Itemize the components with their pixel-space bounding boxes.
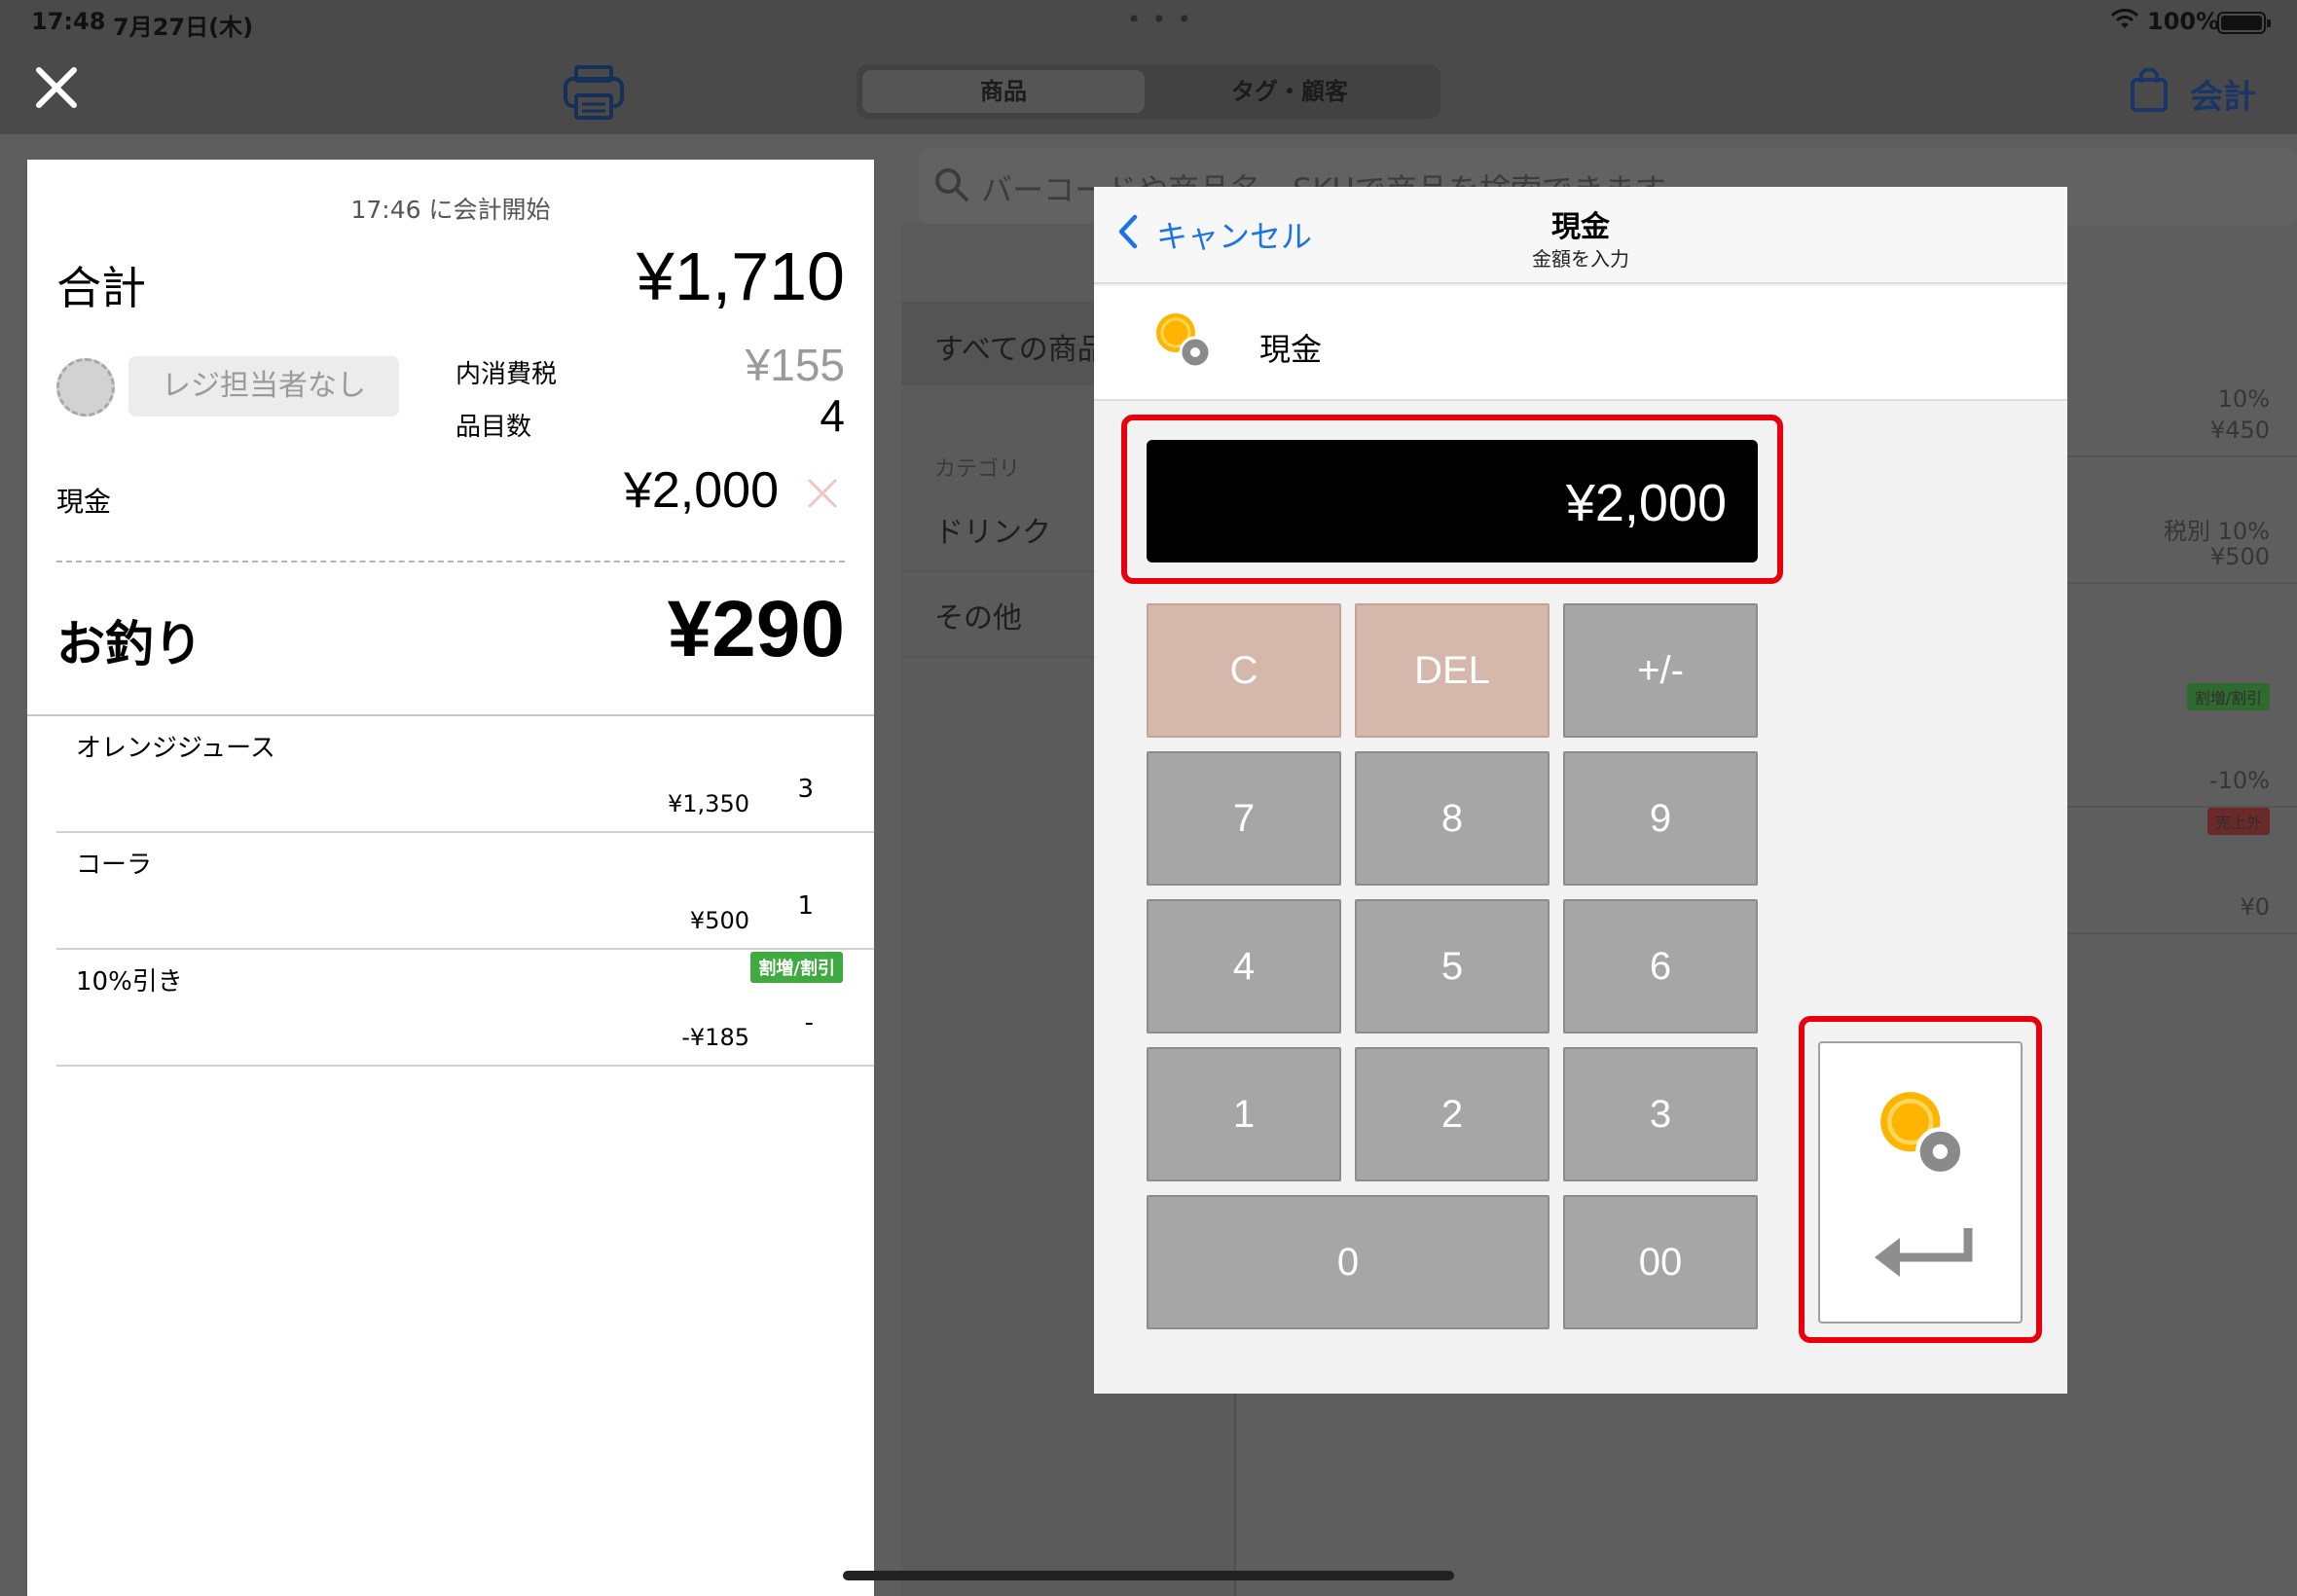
payment-method-label: 現金 [1259,331,1323,368]
close-icon[interactable] [33,64,80,111]
checkout-button[interactable]: 会計 [2130,68,2276,117]
product-price: ¥0 [2240,893,2270,921]
category-header: カテゴリ [934,457,1021,482]
confirm-cash-button[interactable] [1818,1041,2023,1324]
remove-payment-icon[interactable] [806,477,839,510]
item-count-label: 品目数 [456,413,532,442]
payment-cash-label: 現金 [56,486,112,518]
wifi-icon [2110,9,2139,28]
multitasking-dots[interactable]: • • • [1127,6,1193,33]
key-1[interactable]: 1 [1147,1047,1341,1181]
product-tax: 税別 10% [2164,518,2270,545]
change-value: ¥290 [667,585,845,673]
key-6[interactable]: 6 [1563,899,1758,1034]
product-tax: 10% [2217,385,2270,413]
key-3[interactable]: 3 [1563,1047,1758,1181]
modal-title: 現金 [1551,210,1610,244]
sidebar-item-label: その他 [934,601,1022,635]
key-00[interactable]: 00 [1563,1195,1758,1329]
return-arrow-icon [1875,1228,1973,1277]
key-delete[interactable]: DEL [1355,603,1550,738]
item-price: -¥185 [681,1024,749,1051]
item-name: コーラ [76,851,153,880]
product-row[interactable]: 税別 10% ¥500 [2044,457,2297,584]
status-time: 17:48 [31,8,106,35]
checkout-start-time: 17:46 に会計開始 [350,196,551,224]
change-label: お釣り [56,616,202,672]
item-price: ¥500 [689,907,749,934]
tab-tags-customers[interactable]: タグ・顧客 [1148,70,1431,113]
product-price: ¥450 [2209,417,2270,444]
sidebar-item-label: ドリンク [934,516,1051,550]
list-item[interactable]: 10%引き 割増/割引 -¥185 - [56,950,874,1067]
coin-icon [1156,313,1212,369]
key-0[interactable]: 0 [1147,1195,1550,1329]
key-sign[interactable]: +/- [1563,603,1758,738]
item-qty: 1 [797,891,814,921]
discount-badge: 割増/割引 [2186,683,2270,710]
status-date: 7月27日(木) [113,14,254,41]
product-row[interactable]: 10% ¥450 [2044,331,2297,457]
shopping-bag-icon [2131,68,2168,112]
divider [56,561,845,562]
modal-subtitle: 金額を入力 [1532,247,1629,271]
product-row[interactable]: 割増/割引 -10% [2044,671,2297,808]
segmented-control: 商品 タグ・顧客 [857,64,1440,119]
product-price: ¥500 [2209,543,2270,570]
battery-percent: 100% [2147,8,2220,35]
key-7[interactable]: 7 [1147,751,1341,886]
amount-display: ¥2,000 [1147,440,1758,562]
cash-entry-modal: キャンセル 現金 金額を入力 現金 ¥2,000 C DEL +/- 7 8 9… [1094,187,2067,1394]
key-8[interactable]: 8 [1355,751,1550,886]
total-value: ¥1,710 [636,238,845,314]
non-sales-badge: 売上外 [2206,808,2270,835]
item-name: 10%引き [76,967,183,997]
home-indicator[interactable] [843,1571,1454,1580]
modal-header: キャンセル 現金 金額を入力 [1094,187,2067,284]
product-price: -10% [2208,767,2270,794]
printer-icon[interactable] [563,64,625,121]
item-price: ¥1,350 [668,790,749,817]
list-item[interactable]: コーラ ¥500 1 [56,833,874,950]
item-count-value: 4 [820,390,845,441]
key-5[interactable]: 5 [1355,899,1550,1034]
item-qty: - [804,1008,814,1037]
tab-products[interactable]: 商品 [862,70,1145,113]
checkout-label: 会計 [2190,78,2256,117]
status-bar: 17:48 7月27日(木) • • • 100% [0,0,2297,45]
tax-label: 内消費税 [456,360,558,389]
item-name: オレンジジュース [76,734,275,763]
staff-selector[interactable]: レジ担当者なし [128,356,399,417]
avatar[interactable] [56,358,115,417]
tax-value: ¥155 [745,340,845,390]
battery-icon [2217,12,2271,34]
sidebar-item-label: すべての商品 [934,333,1107,367]
key-9[interactable]: 9 [1563,751,1758,886]
key-4[interactable]: 4 [1147,899,1341,1034]
key-2[interactable]: 2 [1355,1047,1550,1181]
product-row[interactable]: 売上外 ¥0 [2044,808,2297,934]
search-icon [935,168,968,201]
discount-badge: 割増/割引 [750,952,843,983]
list-item[interactable]: オレンジジュース ¥1,350 3 [56,716,874,833]
item-qty: 3 [797,775,814,804]
amount-value: ¥2,000 [1565,474,1727,532]
key-clear[interactable]: C [1147,603,1341,738]
payment-cash-value: ¥2,000 [623,462,779,519]
receipt-panel: 17:46 に会計開始 合計 ¥1,710 レジ担当者なし 内消費税 ¥155 … [27,160,874,1596]
coin-icon [1880,1092,1965,1177]
total-label: 合計 [56,262,146,314]
payment-method-row: 現金 [1094,286,2067,401]
